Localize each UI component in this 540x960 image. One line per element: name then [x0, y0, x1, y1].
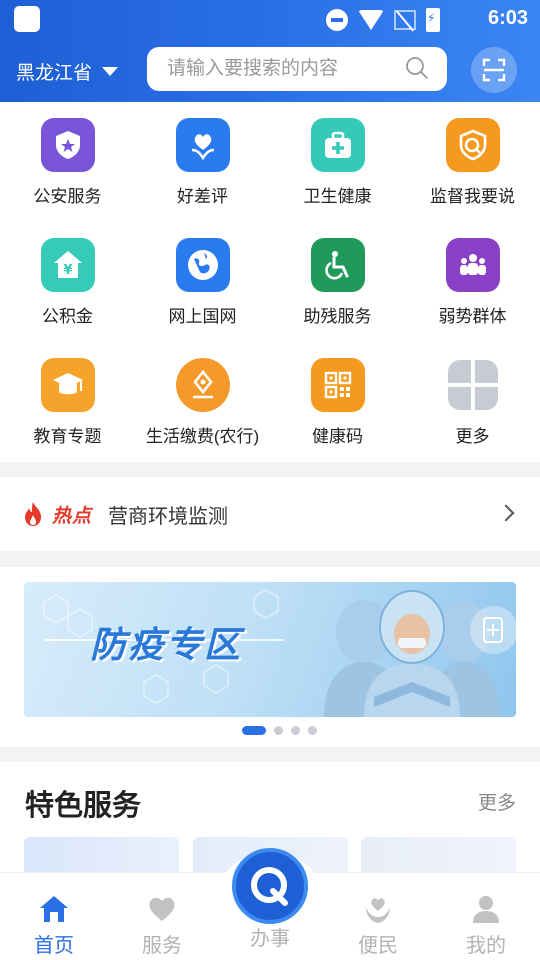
hot-topic-text: 营商环境监测 — [108, 505, 229, 528]
service-label: 公安服务 — [33, 187, 102, 206]
tab-services[interactable]: 服务 — [108, 873, 216, 960]
person-icon — [473, 896, 499, 923]
flame-icon — [25, 502, 41, 526]
service-label: 好差评 — [177, 187, 228, 206]
service-vulnerable-groups[interactable]: 弱势群体 — [405, 222, 540, 342]
banner-title: 防疫专区 — [90, 624, 243, 665]
center-q-icon — [251, 867, 288, 906]
banner-epidemic[interactable]: 防疫专区 — [24, 582, 516, 717]
service-more[interactable]: 更多 — [405, 342, 540, 462]
region-selector[interactable]: 黑龙江省 — [16, 58, 119, 85]
service-education[interactable]: 教育专题 — [0, 342, 135, 462]
service-police[interactable]: 公安服务 — [0, 102, 135, 222]
pen-payment-icon — [175, 358, 230, 412]
service-label: 网上国网 — [168, 307, 237, 326]
tab-label: 首页 — [34, 935, 74, 957]
service-label: 监督我要说 — [430, 187, 515, 206]
hot-topic-bar[interactable]: 热点 营商环境监测 — [0, 477, 540, 551]
svg-text:¥: ¥ — [63, 263, 72, 278]
service-health-code[interactable]: 健康码 — [270, 342, 405, 462]
region-label: 黑龙江省 — [16, 63, 93, 84]
page-dot-active[interactable] — [242, 726, 266, 735]
app-notification-icon — [14, 6, 40, 32]
banner-pagination — [242, 726, 317, 735]
more-grid-icon — [446, 358, 500, 412]
search-input[interactable] — [167, 58, 387, 80]
qr-code-icon — [310, 358, 365, 412]
group-people-icon — [445, 238, 500, 292]
medical-kit-icon — [310, 118, 365, 172]
page-dot[interactable] — [308, 726, 317, 735]
service-supervise[interactable]: 监督我要说 — [405, 102, 540, 222]
tab-home[interactable]: 首页 — [0, 873, 108, 960]
service-health[interactable]: 卫生健康 — [270, 102, 405, 222]
service-label: 生活缴费(农行) — [145, 427, 260, 446]
scan-icon — [482, 58, 506, 82]
service-housing-fund[interactable]: ¥ 公积金 — [0, 222, 135, 342]
banner-section: 防疫专区 — [0, 567, 540, 747]
caret-down-icon — [102, 67, 119, 76]
hot-tag-label: 热点 — [52, 505, 93, 527]
tab-label: 我的 — [466, 935, 506, 957]
service-rating[interactable]: 好差评 — [135, 102, 270, 222]
tab-convenience[interactable]: 便民 — [324, 873, 432, 960]
do-not-disturb-icon — [326, 9, 348, 31]
tab-label: 便民 — [358, 935, 398, 957]
housing-fund-icon: ¥ — [40, 238, 95, 292]
status-bar: 6:03 — [0, 0, 540, 38]
search-icon[interactable] — [405, 56, 429, 80]
wifi-icon — [358, 10, 384, 30]
chevron-right-icon — [497, 504, 515, 522]
police-shield-icon — [40, 118, 95, 172]
no-signal-icon — [394, 10, 416, 30]
service-label: 弱势群体 — [438, 307, 507, 326]
heart-icon — [149, 897, 175, 921]
service-label: 教育专题 — [33, 427, 102, 446]
status-time: 6:03 — [487, 7, 528, 29]
featured-more-link[interactable]: 更多 — [478, 788, 516, 815]
globe-icon — [175, 238, 230, 292]
service-label: 公积金 — [42, 307, 93, 326]
search-box[interactable] — [147, 47, 447, 91]
service-label: 卫生健康 — [303, 187, 372, 206]
service-disability[interactable]: 助残服务 — [270, 222, 405, 342]
service-grid-online[interactable]: 网上国网 — [135, 222, 270, 342]
graduation-cap-icon — [40, 358, 95, 412]
page-dot[interactable] — [274, 726, 283, 735]
service-life-payment[interactable]: 生活缴费(农行) — [135, 342, 270, 462]
service-label: 助残服务 — [303, 307, 372, 326]
tab-affairs-button[interactable] — [232, 848, 308, 924]
hand-heart-icon — [366, 898, 390, 923]
home-icon — [40, 896, 68, 922]
scan-button[interactable] — [471, 47, 517, 93]
tab-label: 服务 — [142, 935, 182, 957]
service-grid: 公安服务 好差评 卫生健康 监督我要说 ¥ 公积金 网上国网 助残服务 弱势群体… — [0, 102, 540, 462]
service-label: 更多 — [455, 427, 490, 446]
service-label: 健康码 — [312, 427, 363, 446]
tab-profile[interactable]: 我的 — [432, 873, 540, 960]
wheelchair-icon — [310, 238, 365, 292]
status-icons — [326, 8, 440, 32]
page-dot[interactable] — [291, 726, 300, 735]
supervise-shield-icon — [445, 118, 500, 172]
battery-charging-icon — [426, 8, 440, 32]
heart-flower-icon — [175, 118, 230, 172]
app-header: 6:03 黑龙江省 — [0, 0, 540, 102]
tab-affairs-label[interactable]: 办事 — [232, 922, 308, 951]
featured-title: 特色服务 — [25, 790, 142, 822]
